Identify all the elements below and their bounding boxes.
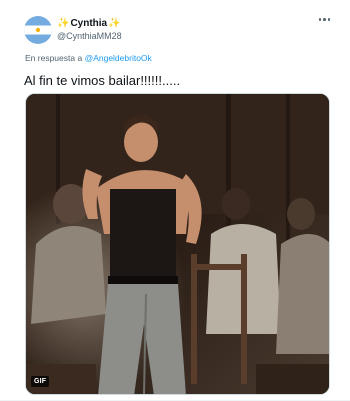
dancing-man-gif-image <box>26 94 329 394</box>
tweet-card[interactable]: ✨ Cynthia ✨ @CynthiaMM28 En respuesta a … <box>0 0 350 401</box>
reply-mention-link[interactable]: @AngeldebritoOk <box>85 53 152 63</box>
reply-prefix: En respuesta a <box>25 53 83 63</box>
tweet-text: Al fin te vimos bailar!!!!!!..... <box>24 73 181 88</box>
user-handle[interactable]: @CynthiaMM28 <box>57 30 122 42</box>
avatar[interactable] <box>24 16 52 44</box>
argentina-flag-icon <box>24 16 52 44</box>
gif-badge: GIF <box>31 376 50 387</box>
sparkles-icon: ✨ <box>57 17 70 29</box>
display-name[interactable]: ✨ Cynthia ✨ <box>57 17 122 30</box>
reply-context: En respuesta a @AngeldebritoOk <box>25 53 152 64</box>
gif-media[interactable]: GIF <box>25 93 330 395</box>
display-name-text: Cynthia <box>70 18 108 29</box>
sparkles-icon: ✨ <box>108 17 121 29</box>
more-options-icon[interactable] <box>318 18 330 21</box>
